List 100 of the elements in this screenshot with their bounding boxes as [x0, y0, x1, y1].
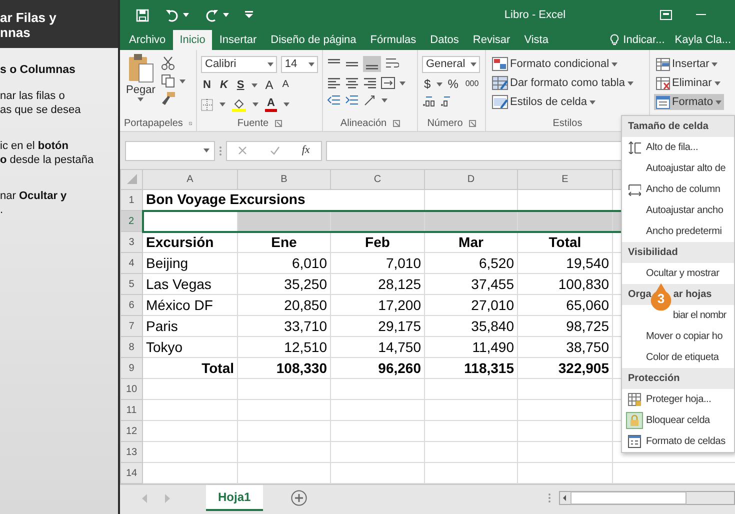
copy-icon[interactable] [161, 74, 176, 88]
menu-item[interactable]: Ocultar y mostrar [622, 263, 734, 284]
grip-icon[interactable] [548, 492, 551, 503]
caret-icon[interactable] [711, 62, 718, 66]
merge-icon[interactable] [381, 77, 395, 89]
caret-icon[interactable] [137, 97, 144, 102]
brush-icon[interactable] [161, 92, 176, 106]
menu-item[interactable]: Mover o copiar ho [622, 326, 734, 347]
row-header[interactable]: 9 [120, 358, 142, 378]
row-header[interactable]: 12 [120, 420, 142, 442]
font-name-field[interactable]: Calibri [201, 56, 277, 73]
lightbulb-icon[interactable] [610, 34, 620, 46]
row-header[interactable]: 11 [120, 400, 142, 420]
row-header[interactable]: 7 [120, 316, 142, 336]
comma-style-button[interactable]: 000 [463, 76, 481, 92]
user-name[interactable]: Kayla Cla... [674, 32, 731, 48]
launcher-icon[interactable] [392, 120, 400, 127]
row-header[interactable]: 5 [120, 274, 142, 294]
align-center-icon[interactable] [345, 77, 359, 89]
caret-icon[interactable] [203, 148, 210, 153]
increase-decimal-icon[interactable] [422, 95, 436, 107]
column-header[interactable]: B [238, 170, 330, 190]
launcher-icon[interactable] [468, 120, 476, 127]
cells-command[interactable]: Formato [654, 94, 724, 110]
caret-icon[interactable] [266, 62, 274, 67]
row-header[interactable]: 10 [120, 378, 142, 400]
column-header[interactable]: A [142, 170, 238, 190]
row-header[interactable]: 2 [120, 210, 142, 232]
caret-icon[interactable] [470, 62, 477, 67]
styles-command[interactable]: Dar formato como tabla [490, 75, 645, 91]
caret-icon[interactable] [183, 13, 189, 17]
font-size-field[interactable]: 14 [280, 56, 318, 73]
orientation-icon[interactable] [363, 94, 377, 106]
menu-item[interactable]: Alto de fila... [622, 137, 734, 158]
row-header[interactable]: 13 [120, 442, 142, 462]
cells-command[interactable]: Eliminar [654, 75, 723, 91]
ribbon-tab[interactable]: Inicio [172, 30, 212, 50]
menu-item[interactable]: Ancho de column [622, 179, 734, 200]
sheet-tab[interactable]: Hoja1 [206, 485, 263, 511]
row-header[interactable]: 14 [120, 462, 142, 484]
menu-item[interactable]: Bloquear celda [622, 410, 734, 431]
column-header[interactable]: D [424, 170, 518, 190]
add-sheet-icon[interactable] [290, 490, 307, 506]
scissors-icon[interactable] [161, 56, 176, 70]
shrink-font-button[interactable]: A [280, 77, 291, 93]
menu-item[interactable]: Ancho predetermi [622, 221, 734, 242]
caret-icon[interactable] [219, 102, 226, 107]
ribbon-tab[interactable]: Datos [423, 30, 466, 50]
increase-indent-icon[interactable] [345, 94, 359, 106]
caret-icon[interactable] [223, 13, 229, 17]
row-header[interactable]: 1 [120, 190, 142, 210]
paste-button[interactable]: Pegar [124, 52, 158, 116]
borders-icon[interactable] [201, 98, 213, 110]
ribbon-tab[interactable]: Fórmulas [363, 30, 424, 50]
menu-item[interactable]: Autoajustar alto de [622, 158, 734, 179]
menu-item[interactable]: Proteger hoja... [622, 389, 734, 410]
ribbon-display-icon[interactable] [660, 10, 672, 20]
ribbon-tab[interactable]: Vista [517, 30, 556, 50]
cells-command[interactable]: Insertar [654, 56, 720, 72]
caret-icon[interactable] [626, 80, 634, 86]
menu-item[interactable]: Formato de celdas [622, 431, 734, 452]
caret-icon[interactable] [282, 102, 290, 107]
redo-icon[interactable] [205, 8, 219, 22]
ribbon-tab[interactable]: Revisar [466, 30, 518, 50]
save-icon[interactable] [136, 8, 149, 22]
ribbon-tab[interactable]: Insertar [212, 30, 264, 50]
grow-font-button[interactable]: A [263, 77, 276, 93]
minimize-icon[interactable] [696, 14, 706, 16]
caret-icon[interactable] [611, 62, 618, 66]
wrap-text-icon[interactable] [385, 58, 399, 70]
horizontal-scrollbar[interactable] [559, 491, 735, 505]
percent-button[interactable]: % [446, 76, 460, 92]
ribbon-tab[interactable]: Diseño de página [264, 30, 364, 50]
caret-icon[interactable] [436, 82, 443, 86]
bold-button[interactable]: N [201, 77, 213, 93]
caret-icon[interactable] [252, 102, 259, 107]
customize-icon[interactable] [245, 11, 253, 19]
column-header[interactable]: C [330, 170, 424, 190]
caret-icon[interactable] [714, 100, 722, 104]
caret-icon[interactable] [399, 80, 406, 86]
caret-icon[interactable] [381, 98, 388, 102]
fill-color-icon[interactable] [232, 98, 246, 112]
decrease-indent-icon[interactable] [327, 94, 341, 106]
caret-icon[interactable] [179, 78, 186, 84]
italic-button[interactable]: K [218, 77, 230, 93]
font-color-button[interactable]: A [265, 97, 277, 112]
caret-icon[interactable] [251, 82, 258, 88]
menu-item[interactable]: Autoajustar ancho [622, 200, 734, 221]
align-left-icon[interactable] [327, 77, 341, 89]
menu-item[interactable]: Color de etiqueta [622, 347, 734, 368]
ribbon-tab[interactable]: Archivo [122, 30, 173, 50]
column-header[interactable]: E [518, 170, 612, 190]
row-header[interactable]: 6 [120, 294, 142, 316]
underline-button[interactable]: S [234, 77, 246, 93]
row-header[interactable]: 8 [120, 336, 142, 358]
row-header[interactable]: 3 [120, 232, 142, 252]
number-format-field[interactable]: General [422, 56, 480, 73]
tell-me-link[interactable]: Indicar... [623, 32, 665, 48]
styles-command[interactable]: Formato condicional [490, 56, 645, 72]
caret-icon[interactable] [308, 62, 315, 67]
